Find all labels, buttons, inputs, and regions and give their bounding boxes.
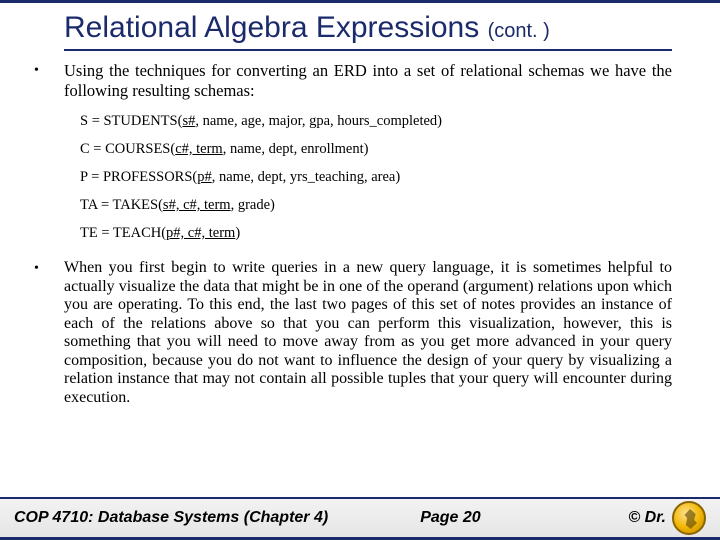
bullet-dot-icon: •: [30, 61, 64, 101]
footer-copyright: © Dr.: [628, 509, 666, 527]
bullet-1-text: Using the techniques for converting an E…: [64, 61, 672, 101]
schema-lhs: P = PROFESSORS(: [80, 169, 197, 185]
slide: Relational Algebra Expressions (cont. ) …: [0, 0, 720, 540]
schema-key: p#, c#, term: [166, 225, 235, 241]
content-block-1: • Using the techniques for converting an…: [0, 51, 720, 101]
schema-lhs: S = STUDENTS(: [80, 113, 182, 129]
schema-professors: P = PROFESSORS(p#, name, dept, yrs_teach…: [80, 169, 672, 186]
schema-key: s#, c#, term: [163, 197, 231, 213]
schema-rest: , grade): [231, 197, 275, 213]
title-wrap: Relational Algebra Expressions (cont. ): [0, 3, 720, 51]
schema-rest: , name, age, major, gpa, hours_completed…: [195, 113, 442, 129]
schema-courses: C = COURSES(c#, term, name, dept, enroll…: [80, 141, 672, 158]
footer-course: COP 4710: Database Systems (Chapter 4): [14, 509, 328, 527]
bullet-2: • When you first begin to write queries …: [30, 259, 672, 407]
ucf-logo-icon: [672, 501, 706, 535]
slide-title: Relational Algebra Expressions (cont. ): [64, 11, 672, 51]
schema-rest: , name, dept, enrollment): [223, 141, 369, 157]
schema-lhs: TA = TAKES(: [80, 197, 163, 213]
schema-rest: , name, dept, yrs_teaching, area): [212, 169, 400, 185]
bullet-1: • Using the techniques for converting an…: [30, 61, 672, 101]
schema-key: s#: [182, 113, 195, 129]
schema-lhs: C = COURSES(: [80, 141, 175, 157]
title-main: Relational Algebra Expressions: [64, 11, 488, 44]
schema-list: S = STUDENTS(s#, name, age, major, gpa, …: [0, 107, 720, 259]
schema-key: p#: [197, 169, 212, 185]
title-cont: (cont. ): [488, 20, 550, 42]
schema-students: S = STUDENTS(s#, name, age, major, gpa, …: [80, 113, 672, 130]
schema-key: c#, term: [175, 141, 223, 157]
bullet-dot-icon: •: [30, 259, 64, 407]
footer-page: Page 20: [420, 509, 480, 527]
slide-footer: COP 4710: Database Systems (Chapter 4) P…: [0, 497, 720, 537]
content-block-2: • When you first begin to write queries …: [0, 259, 720, 407]
schema-teach: TE = TEACH(p#, c#, term): [80, 225, 672, 242]
schema-takes: TA = TAKES(s#, c#, term, grade): [80, 197, 672, 214]
bullet-2-text: When you first begin to write queries in…: [64, 259, 672, 407]
schema-lhs: TE = TEACH(: [80, 225, 166, 241]
schema-rest: ): [235, 225, 240, 241]
